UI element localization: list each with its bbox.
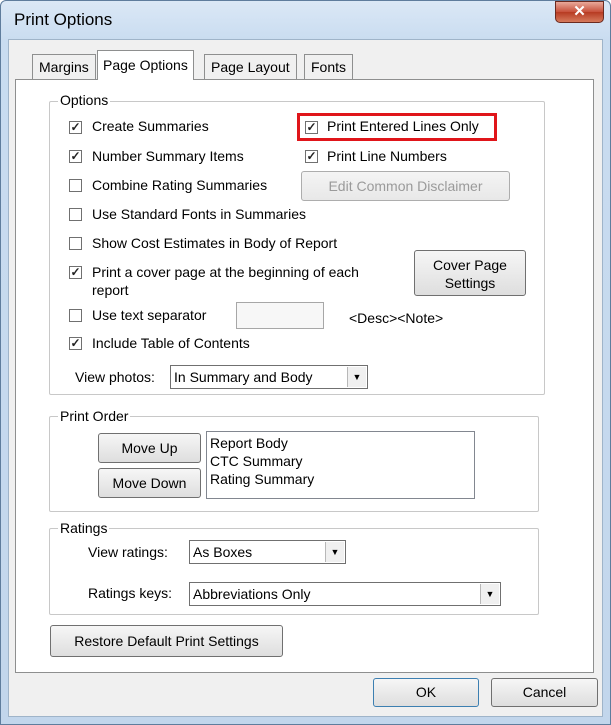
ratings-keys-value: Abbreviations Only [193, 586, 311, 602]
ratings-group-label: Ratings [58, 520, 110, 536]
list-item[interactable]: CTC Summary [210, 452, 471, 470]
options-group-label: Options [58, 92, 111, 108]
print-line-numbers-label: Print Line Numbers [327, 148, 447, 164]
create-summaries-label: Create Summaries [92, 118, 209, 134]
tab-page-layout[interactable]: Page Layout [204, 54, 297, 79]
print-order-list[interactable]: Report Body CTC Summary Rating Summary [206, 431, 475, 499]
check-icon: ✓ [70, 149, 81, 163]
use-text-separator-checkbox[interactable] [69, 309, 82, 322]
close-button[interactable]: ✕ [555, 1, 604, 23]
view-ratings-select[interactable]: As Boxes ▼ [189, 540, 346, 564]
check-icon: ✓ [70, 265, 81, 279]
tab-label: Page Options [103, 57, 188, 73]
use-standard-fonts-label: Use Standard Fonts in Summaries [92, 206, 306, 222]
view-ratings-value: As Boxes [193, 544, 253, 560]
restore-default-print-settings-button[interactable]: Restore Default Print Settings [50, 625, 283, 657]
view-photos-select[interactable]: In Summary and Body ▼ [170, 365, 368, 389]
use-standard-fonts-checkbox[interactable] [69, 208, 82, 221]
separator-hint: <Desc><Note> [349, 310, 444, 326]
use-text-separator-label: Use text separator [92, 307, 207, 323]
tab-page-options[interactable]: Page Options [97, 50, 194, 80]
tab-label: Page Layout [211, 59, 290, 75]
chevron-down-icon: ▼ [325, 542, 344, 562]
view-photos-value: In Summary and Body [174, 369, 313, 385]
show-cost-estimates-checkbox[interactable] [69, 237, 82, 250]
edit-common-disclaimer-button[interactable]: Edit Common Disclaimer [301, 171, 510, 201]
cover-page-checkbox[interactable]: ✓ [69, 266, 82, 279]
tab-label: Margins [39, 59, 89, 75]
print-line-numbers-checkbox[interactable]: ✓ [305, 150, 318, 163]
cover-page-label-line2: report [92, 282, 129, 298]
cover-page-settings-line1: Cover Page [433, 257, 507, 273]
combine-rating-summaries-checkbox[interactable] [69, 179, 82, 192]
number-summary-items-label: Number Summary Items [92, 148, 244, 164]
print-entered-lines-only-checkbox[interactable]: ✓ [305, 121, 318, 134]
include-toc-checkbox[interactable]: ✓ [69, 337, 82, 350]
cancel-button[interactable]: Cancel [491, 678, 598, 707]
check-icon: ✓ [70, 120, 81, 134]
check-icon: ✓ [306, 149, 317, 163]
check-icon: ✓ [70, 336, 81, 350]
window-title: Print Options [14, 10, 113, 29]
print-entered-lines-only-label: Print Entered Lines Only [327, 118, 479, 134]
combine-rating-summaries-label: Combine Rating Summaries [92, 177, 268, 193]
include-toc-label: Include Table of Contents [92, 335, 250, 351]
chevron-down-icon: ▼ [480, 584, 499, 604]
move-down-button[interactable]: Move Down [98, 468, 201, 498]
tab-label: Fonts [311, 59, 347, 75]
chevron-down-icon: ▼ [347, 367, 366, 387]
move-up-button[interactable]: Move Up [98, 433, 201, 463]
tab-margins[interactable]: Margins [32, 54, 96, 79]
ok-button[interactable]: OK [373, 678, 479, 707]
ratings-keys-select[interactable]: Abbreviations Only ▼ [189, 582, 501, 606]
close-icon: ✕ [573, 3, 586, 20]
cover-page-label-line1: Print a cover page at the beginning of e… [92, 264, 359, 280]
print-order-group-label: Print Order [58, 408, 131, 424]
view-ratings-label: View ratings: [88, 544, 168, 560]
text-separator-input[interactable] [236, 302, 324, 329]
list-item[interactable]: Rating Summary [210, 470, 471, 488]
view-photos-label: View photos: [75, 369, 155, 385]
tab-fonts[interactable]: Fonts [304, 54, 354, 79]
show-cost-estimates-label: Show Cost Estimates in Body of Report [92, 235, 338, 251]
number-summary-items-checkbox[interactable]: ✓ [69, 150, 82, 163]
ratings-keys-label: Ratings keys: [88, 585, 173, 601]
list-item[interactable]: Report Body [210, 434, 471, 452]
check-icon: ✓ [306, 120, 317, 134]
create-summaries-checkbox[interactable]: ✓ [69, 121, 82, 134]
cover-page-settings-line2: Settings [444, 275, 496, 291]
cover-page-settings-button[interactable]: Cover Page Settings [414, 250, 526, 296]
